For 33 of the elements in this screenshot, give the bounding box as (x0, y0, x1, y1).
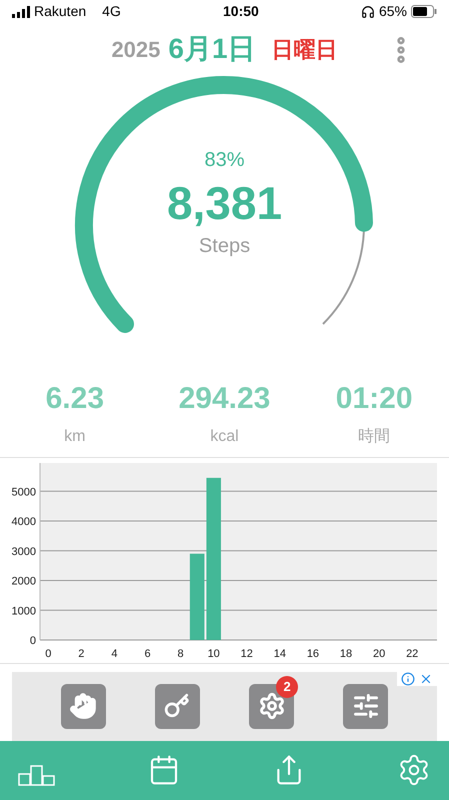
x-tick-label: 16 (306, 648, 320, 660)
battery-percent: 65% (378, 2, 407, 22)
x-tick-label: 18 (340, 648, 352, 660)
x-tick-label: 4 (111, 648, 118, 660)
x-tick-label: 6 (144, 648, 151, 660)
date-text: 6月1日 (168, 32, 256, 66)
stat-unit: 時間 (358, 426, 390, 447)
y-tick-label: 5000 (12, 486, 36, 498)
y-tick-label: 4000 (12, 516, 36, 528)
y-tick-label: 3000 (12, 545, 36, 558)
weekday-text: 日曜日 (272, 36, 338, 64)
x-tick-label: 0 (45, 648, 52, 660)
x-tick-label: 20 (372, 648, 386, 660)
stat-unit: km (64, 426, 86, 447)
x-tick-label: 22 (406, 648, 418, 660)
x-tick-label: 10 (208, 648, 220, 660)
stat-value: 6.23 (46, 380, 104, 417)
x-tick-label: 12 (240, 648, 253, 660)
network-type: 4G (102, 2, 121, 22)
x-tick-label: 8 (178, 648, 184, 660)
y-tick-label: 0 (30, 634, 36, 647)
stat-value: 294.23 (178, 380, 270, 417)
clock-time: 10:50 (223, 2, 259, 22)
notification-badge: 2 (276, 676, 298, 698)
carrier-name: Rakuten (34, 2, 86, 22)
stat-unit: kcal (210, 426, 239, 447)
x-tick-label: 14 (274, 648, 286, 660)
y-tick-label: 1000 (12, 604, 36, 617)
ad-banner[interactable]: 2 (12, 672, 437, 741)
y-tick-label: 2000 (12, 575, 36, 588)
x-tick-label: 2 (78, 648, 84, 660)
stat-value: 01:20 (336, 380, 413, 417)
year-text: 2025 (111, 36, 160, 64)
